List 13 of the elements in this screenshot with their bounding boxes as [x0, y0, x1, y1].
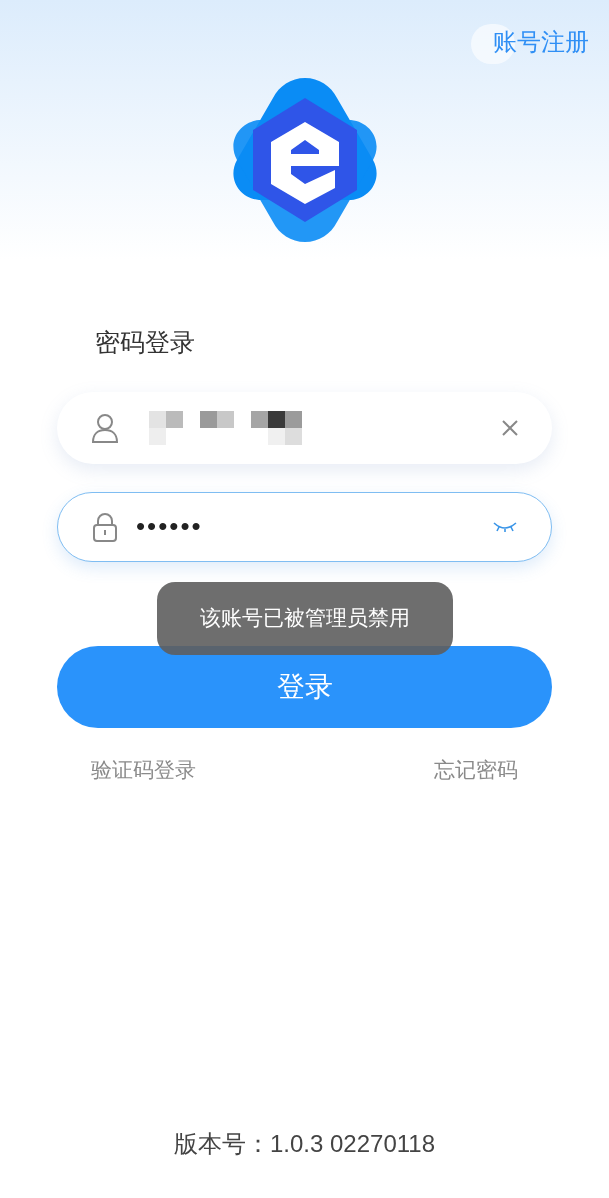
login-button[interactable]: 登录 [57, 645, 552, 728]
closed-eye-icon[interactable] [493, 520, 517, 533]
login-title: 密码登录 [95, 327, 196, 358]
lock-icon [92, 511, 118, 542]
clear-icon[interactable] [502, 419, 518, 436]
password-value: •••••• [136, 510, 204, 543]
text-link[interactable]: 忘记密码 [434, 753, 518, 785]
password-field[interactable]: •••••• [57, 491, 552, 562]
register-link[interactable]: 账号注册 [493, 24, 589, 60]
user-icon [91, 412, 119, 443]
toast-message: 该账号已被管理员禁用 [157, 581, 453, 655]
text-link[interactable]: 验证码登录 [91, 753, 196, 785]
version-label: 版本号：1.0.3 02270118 [173, 1129, 435, 1159]
